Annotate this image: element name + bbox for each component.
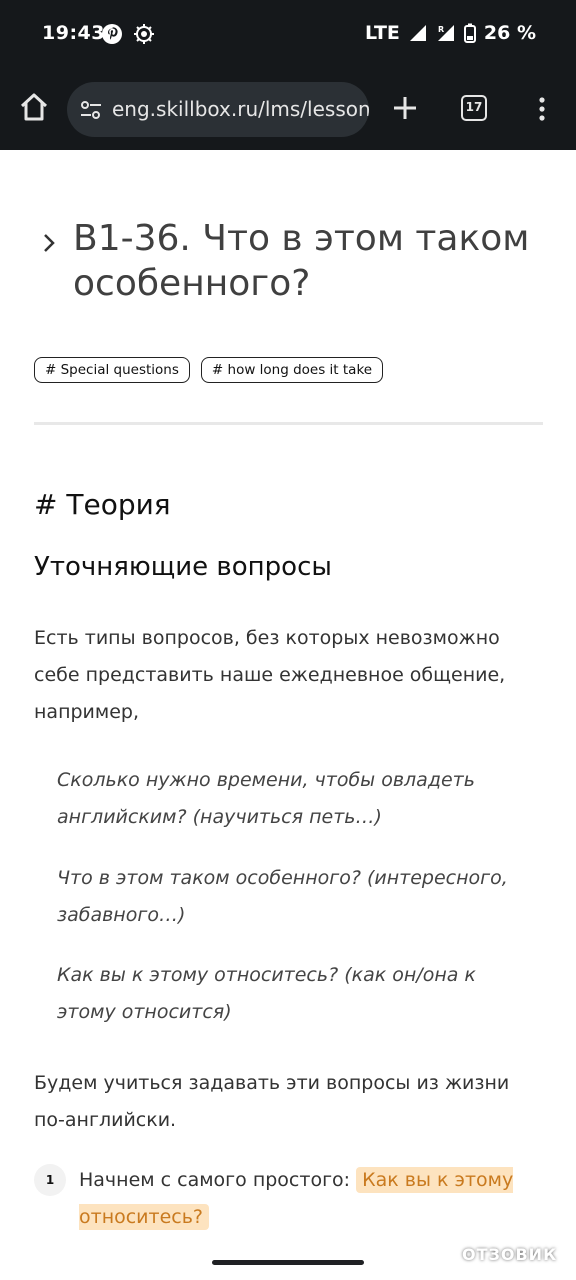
network-label: LTE [365,22,400,44]
app-notification-icon [134,24,154,44]
goal-paragraph: Будем учиться задавать эти вопросы из жи… [34,1072,510,1131]
step-lead-text: Начнем с самого простого: [79,1169,351,1191]
step-number-badge: 1 [34,1164,66,1196]
more-menu-icon[interactable] [528,95,556,123]
lesson-content: B1-36. Что в этом таком особенного? # Sp… [0,150,576,1280]
signal-icon [409,25,426,41]
example-question: Что в этом таком особенного? (интересног… [57,867,508,926]
status-right: LTE R 26 % [365,22,536,44]
browser-toolbar: eng.skillbox.ru/lms/lessons 17 [0,68,576,150]
battery-level: 26 % [483,22,536,44]
tab-switcher-button[interactable]: 17 [461,95,487,121]
new-tab-icon[interactable] [390,93,420,123]
watermark: ОТЗОВИК [428,1240,557,1268]
tag-list: # Special questions # how long does it t… [34,357,384,383]
tag-special-questions[interactable]: # Special questions [34,357,190,383]
site-settings-icon[interactable] [79,99,103,121]
pinterest-icon [102,24,122,44]
step-text: Начнем с самого простого: Как вы к этому… [79,1162,529,1236]
tag-how-long-does-it-take[interactable]: # how long does it take [200,357,384,383]
divider [34,422,543,425]
watermark-text: ОТЗОВИК [462,1244,558,1264]
example-question: Сколько нужно времени, чтобы овладеть ан… [57,769,475,828]
intro-paragraph: Есть типы вопросов, без которых невозмож… [34,627,506,723]
status-bar: 19:43 LTE R 26 % [0,0,576,68]
roaming-signal-icon: R [437,25,454,41]
address-bar[interactable]: eng.skillbox.ru/lms/lessons [67,82,369,137]
subheading: Уточняющие вопросы [34,552,332,582]
battery-icon [463,23,476,43]
otzovik-logo-icon [428,1240,456,1268]
section-heading: # Теория [34,488,171,521]
home-icon[interactable] [18,91,50,123]
chevron-right-icon[interactable] [40,230,58,256]
url-text: eng.skillbox.ru/lms/lessons [112,97,369,121]
gesture-nav-handle[interactable] [212,1260,364,1265]
svg-text:R: R [438,25,444,34]
example-question: Как вы к этому относитесь? (как он/она к… [57,964,476,1023]
page-title: B1-36. Что в этом таком особенного? [73,218,530,304]
status-time: 19:43 [42,22,105,44]
